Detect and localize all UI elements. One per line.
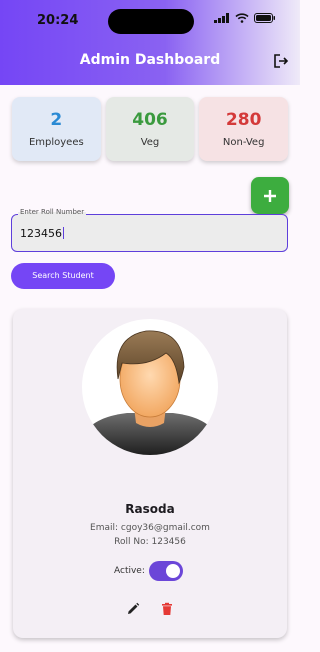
student-card: Rasoda Email: cgoy36@gmail.com Roll No: …: [13, 309, 287, 638]
stat-label: Non-Veg: [222, 137, 265, 148]
dynamic-island: [108, 9, 194, 34]
delete-icon[interactable]: [160, 602, 174, 616]
student-name: Rasoda: [125, 502, 175, 516]
active-label: Active:: [114, 566, 145, 576]
search-student-button[interactable]: Search Student: [11, 263, 115, 289]
stat-value: 406: [132, 110, 168, 130]
status-icons: [214, 13, 276, 23]
stat-card-non-veg[interactable]: 280 Non-Veg: [199, 97, 289, 161]
battery-icon: [254, 13, 275, 23]
toggle-knob: [165, 564, 180, 578]
signal-icon: [214, 13, 229, 23]
page-title: Admin Dashboard: [79, 52, 221, 68]
text-caret: [63, 227, 64, 239]
student-email: Email: cgoy36@gmail.com: [90, 523, 210, 533]
stat-value: 2: [50, 110, 63, 130]
roll-number-value-wrap: 123456: [20, 227, 64, 240]
stat-label: Employees: [28, 137, 84, 148]
roll-number-field[interactable]: Enter Roll Number 123456: [11, 208, 288, 252]
stat-label: Veg: [140, 137, 160, 148]
wifi-icon: [235, 13, 249, 23]
avatar: [82, 319, 218, 455]
roll-number-input[interactable]: 123456: [20, 227, 62, 240]
stat-card-employees[interactable]: 2 Employees: [12, 97, 101, 161]
edit-icon[interactable]: [126, 602, 140, 616]
stat-card-veg[interactable]: 406 Veg: [105, 97, 195, 161]
stat-value: 280: [225, 110, 262, 130]
status-time: 20:24: [37, 13, 79, 28]
person-avatar-icon: [82, 330, 218, 455]
plus-icon: [264, 189, 276, 202]
logout-icon[interactable]: [272, 52, 290, 70]
active-row: Active:: [114, 561, 183, 581]
student-roll-number: Roll No: 123456: [114, 537, 186, 547]
add-button[interactable]: [251, 177, 289, 214]
app-bar: 20:24 Admin Dashboard: [0, 0, 300, 85]
active-toggle[interactable]: [148, 561, 183, 581]
roll-number-label: Enter Roll Number: [18, 208, 87, 216]
stats-row: 2 Employees 406 Veg 280 Non-Veg: [12, 97, 289, 161]
